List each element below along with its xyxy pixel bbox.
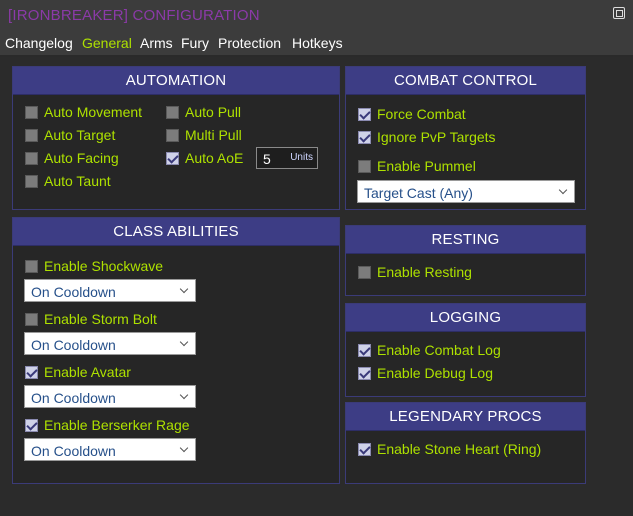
multi-pull-checkbox[interactable]: Multi Pull — [166, 127, 242, 143]
storm-bolt-checkbox[interactable]: Enable Storm Bolt — [25, 311, 157, 327]
pummel-target-select[interactable]: Target Cast (Any) — [357, 180, 575, 203]
auto-pull-checkbox[interactable]: Auto Pull — [166, 104, 241, 120]
debug-log-label: Enable Debug Log — [377, 365, 493, 381]
berserker-rage-label: Enable Berserker Rage — [44, 417, 190, 433]
checkbox-box — [358, 130, 371, 144]
resting-panel: RESTING Enable Resting — [345, 225, 586, 296]
force-combat-checkbox[interactable]: Force Combat — [358, 106, 466, 122]
avatar-mode-value: On Cooldown — [31, 390, 116, 406]
checkbox-box — [25, 128, 38, 142]
checkbox-box — [358, 343, 371, 357]
auto-pull-label: Auto Pull — [185, 104, 242, 120]
multi-pull-label: Multi Pull — [185, 127, 242, 143]
tab-changelog[interactable]: Changelog — [5, 35, 73, 51]
auto-movement-label: Auto Movement — [44, 104, 143, 120]
combat-control-panel: COMBAT CONTROL Force Combat Ignore PvP T… — [345, 66, 586, 210]
legendary-procs-panel: LEGENDARY PROCS Enable Stone Heart (Ring… — [345, 402, 586, 484]
avatar-checkbox[interactable]: Enable Avatar — [25, 364, 131, 380]
checkbox-box — [358, 442, 371, 456]
tab-bar: Changelog General Arms Fury Protection H… — [0, 30, 633, 57]
tab-protection[interactable]: Protection — [218, 35, 281, 51]
stone-heart-checkbox[interactable]: Enable Stone Heart (Ring) — [358, 441, 541, 457]
chevron-down-icon — [179, 390, 189, 400]
chevron-down-icon — [179, 284, 189, 294]
class-abilities-header: CLASS ABILITIES — [13, 218, 339, 246]
aoe-units-input[interactable]: 5 Units — [256, 147, 318, 169]
stone-heart-label: Enable Stone Heart (Ring) — [377, 441, 542, 457]
logging-panel: LOGGING Enable Combat Log Enable Debug L… — [345, 303, 586, 397]
checkbox-box — [25, 174, 38, 188]
checkbox-box — [25, 151, 38, 165]
avatar-label: Enable Avatar — [44, 364, 131, 380]
enable-pummel-checkbox[interactable]: Enable Pummel — [358, 158, 476, 174]
auto-taunt-label: Auto Taunt — [44, 173, 111, 189]
enable-resting-checkbox[interactable]: Enable Resting — [358, 264, 472, 280]
auto-facing-label: Auto Facing — [44, 150, 119, 166]
auto-target-label: Auto Target — [44, 127, 116, 143]
avatar-mode-select[interactable]: On Cooldown — [24, 385, 196, 408]
berserker-rage-mode-select[interactable]: On Cooldown — [24, 438, 196, 461]
class-abilities-panel: CLASS ABILITIES Enable Shockwave On Cool… — [12, 217, 340, 484]
automation-panel: AUTOMATION Auto Movement Auto Target Aut… — [12, 66, 340, 210]
auto-aoe-checkbox[interactable]: Auto AoE — [166, 150, 243, 166]
auto-facing-checkbox[interactable]: Auto Facing — [25, 150, 119, 166]
checkbox-box — [358, 366, 371, 380]
automation-header: AUTOMATION — [13, 67, 339, 95]
restore-window-icon[interactable] — [613, 7, 625, 19]
aoe-units-value: 5 — [263, 151, 271, 167]
checkbox-box — [25, 365, 38, 379]
checkbox-box — [25, 312, 38, 326]
storm-bolt-mode-value: On Cooldown — [31, 337, 116, 353]
checkbox-box — [25, 259, 38, 273]
checkbox-box — [25, 105, 38, 119]
combat-control-header: COMBAT CONTROL — [346, 67, 585, 95]
tab-general[interactable]: General — [82, 35, 132, 51]
checkbox-box — [358, 159, 371, 173]
tab-fury[interactable]: Fury — [181, 35, 209, 51]
window-title: [IRONBREAKER] CONFIGURATION — [8, 7, 260, 24]
auto-target-checkbox[interactable]: Auto Target — [25, 127, 115, 143]
ignore-pvp-label: Ignore PvP Targets — [377, 129, 496, 145]
aoe-units-label: Units — [290, 152, 313, 163]
tab-hotkeys[interactable]: Hotkeys — [292, 35, 343, 51]
ignore-pvp-checkbox[interactable]: Ignore PvP Targets — [358, 129, 496, 145]
combat-log-label: Enable Combat Log — [377, 342, 501, 358]
enable-pummel-label: Enable Pummel — [377, 158, 476, 174]
shockwave-checkbox[interactable]: Enable Shockwave — [25, 258, 163, 274]
enable-resting-label: Enable Resting — [377, 264, 472, 280]
shockwave-mode-value: On Cooldown — [31, 284, 116, 300]
auto-aoe-label: Auto AoE — [185, 150, 244, 166]
chevron-down-icon — [179, 337, 189, 347]
debug-log-checkbox[interactable]: Enable Debug Log — [358, 365, 493, 381]
berserker-rage-mode-value: On Cooldown — [31, 443, 116, 459]
shockwave-label: Enable Shockwave — [44, 258, 164, 274]
chevron-down-icon — [179, 443, 189, 453]
title-bar: [IRONBREAKER] CONFIGURATION — [0, 0, 633, 30]
storm-bolt-mode-select[interactable]: On Cooldown — [24, 332, 196, 355]
force-combat-label: Force Combat — [377, 106, 466, 122]
auto-taunt-checkbox[interactable]: Auto Taunt — [25, 173, 111, 189]
checkbox-box — [358, 107, 371, 121]
legendary-procs-header: LEGENDARY PROCS — [346, 403, 585, 431]
checkbox-box — [166, 128, 179, 142]
logging-header: LOGGING — [346, 304, 585, 332]
chevron-down-icon — [558, 185, 568, 195]
berserker-rage-checkbox[interactable]: Enable Berserker Rage — [25, 417, 190, 433]
resting-header: RESTING — [346, 226, 585, 254]
checkbox-box — [358, 265, 371, 279]
pummel-target-value: Target Cast (Any) — [364, 185, 473, 201]
checkbox-box — [25, 418, 38, 432]
auto-movement-checkbox[interactable]: Auto Movement — [25, 104, 142, 120]
checkbox-box — [166, 151, 179, 165]
storm-bolt-label: Enable Storm Bolt — [44, 311, 157, 327]
shockwave-mode-select[interactable]: On Cooldown — [24, 279, 196, 302]
checkbox-box — [166, 105, 179, 119]
combat-log-checkbox[interactable]: Enable Combat Log — [358, 342, 501, 358]
tab-arms[interactable]: Arms — [140, 35, 173, 51]
